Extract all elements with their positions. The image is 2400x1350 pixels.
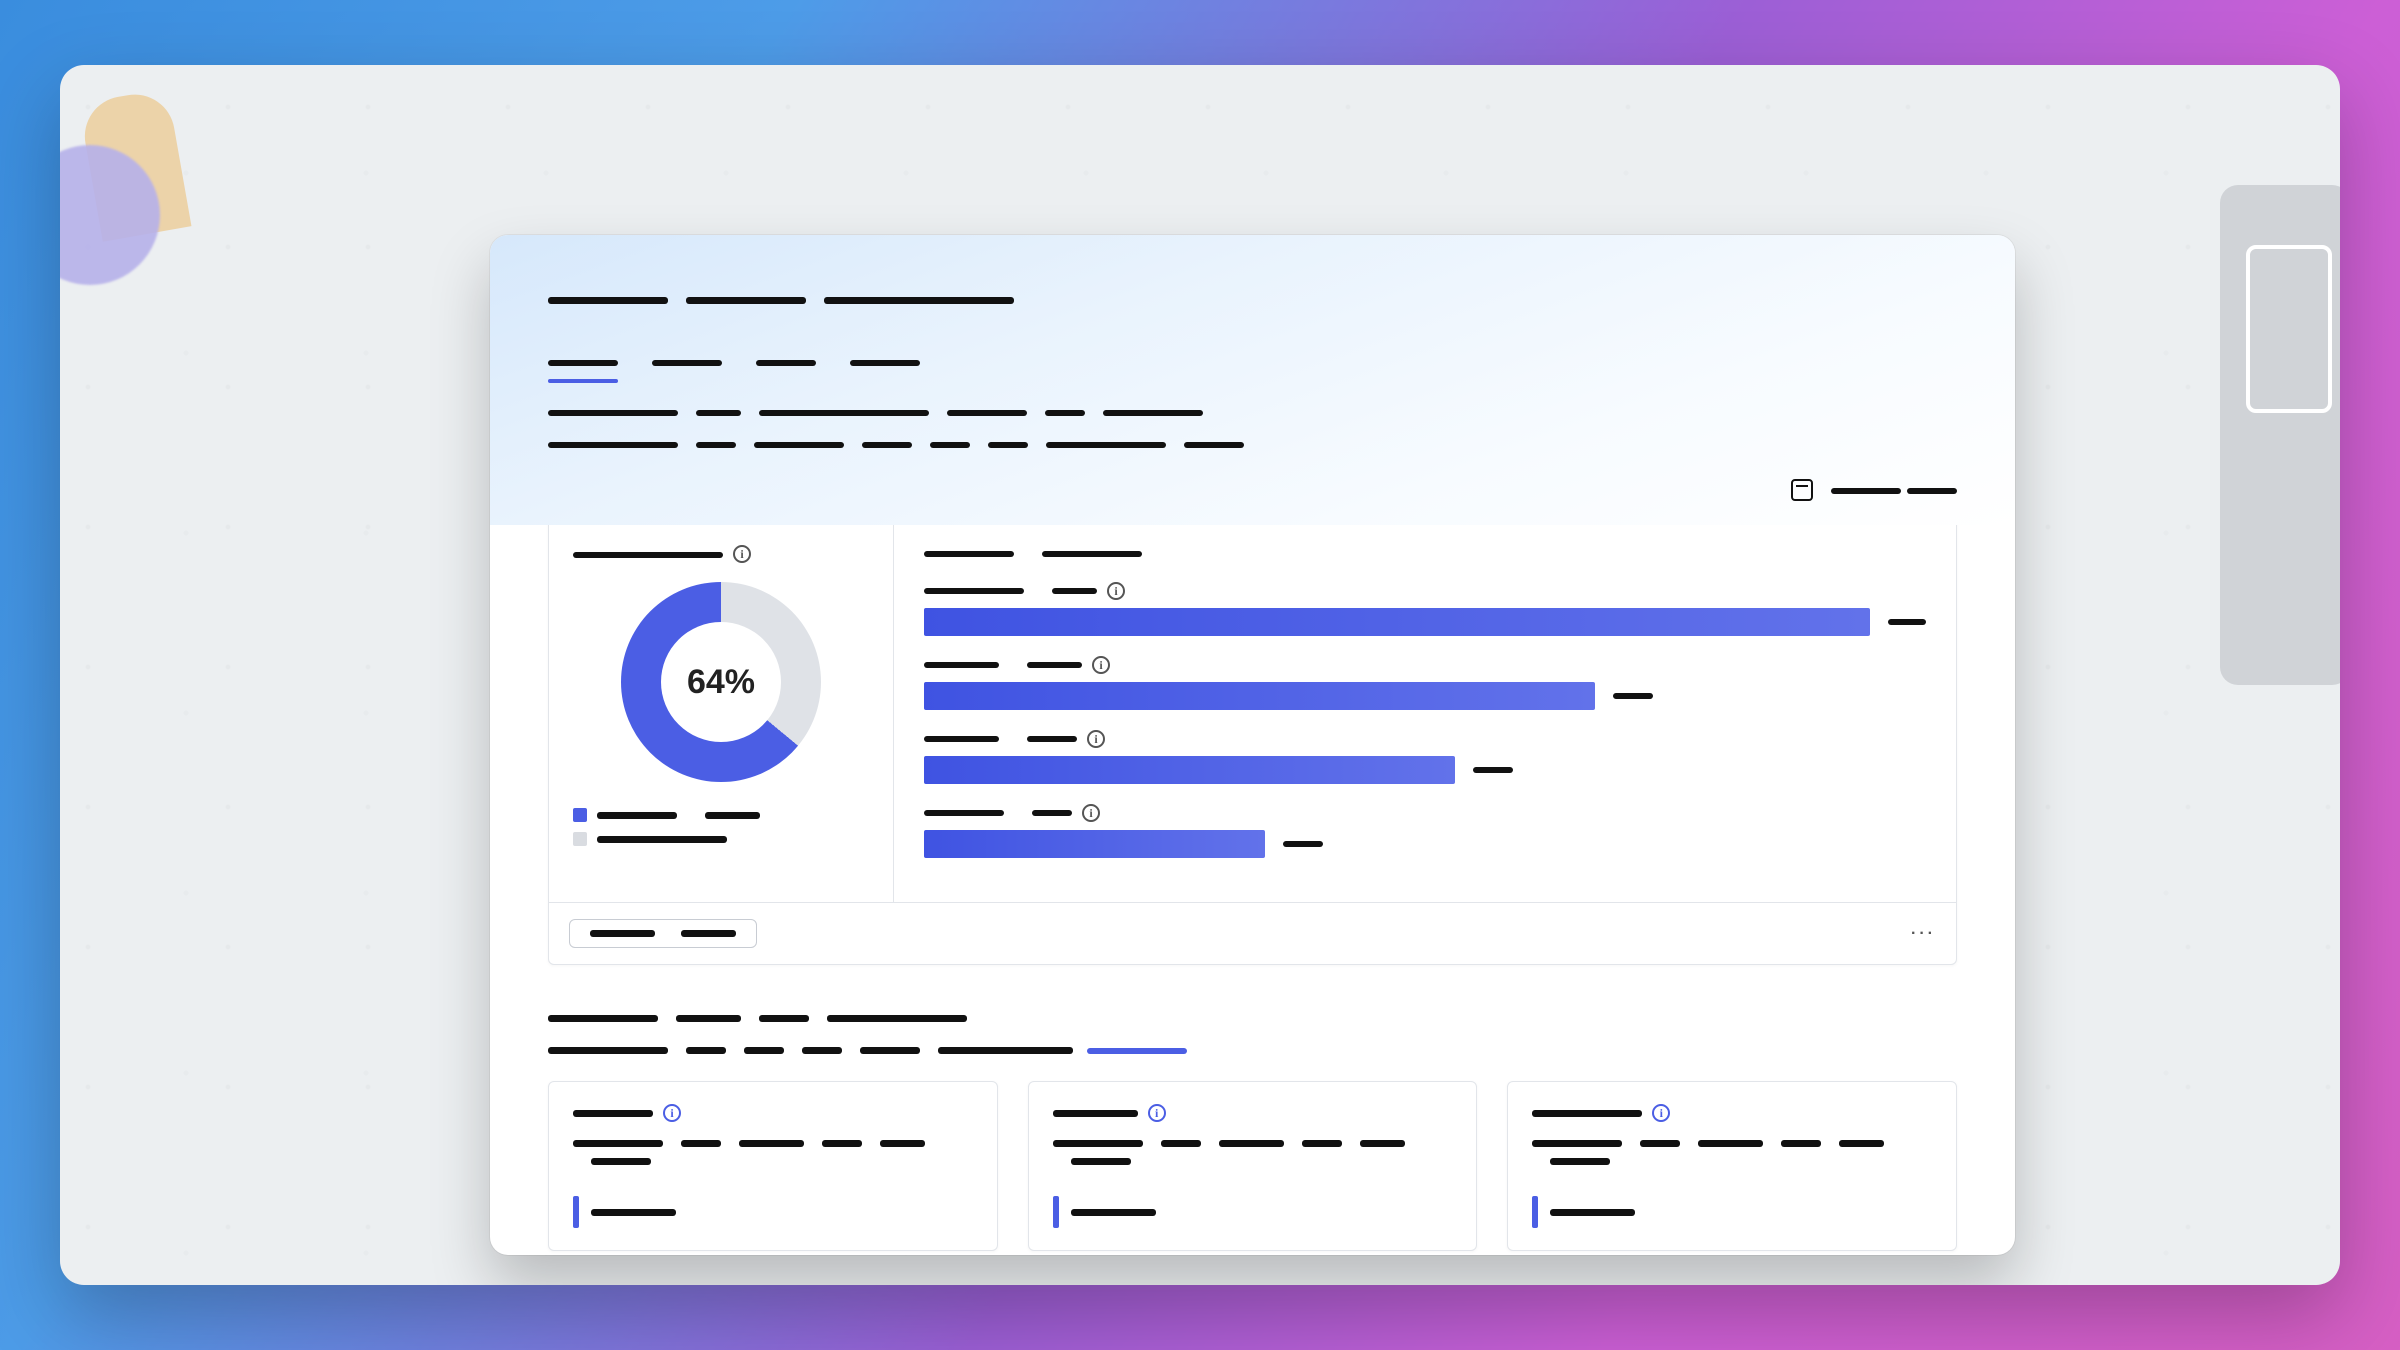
- donut-card-title: [573, 544, 869, 564]
- app-window: 64%: [490, 235, 2015, 1255]
- stat-card-value: [1053, 1196, 1453, 1228]
- bar-row-3: [924, 804, 1926, 858]
- tab-3[interactable]: [850, 353, 920, 383]
- stat-card-2[interactable]: [1507, 1081, 1957, 1251]
- tab-2[interactable]: [756, 353, 816, 383]
- legend-swatch: [573, 832, 587, 846]
- bar-value: [1283, 841, 1323, 847]
- stat-card-title: [573, 1104, 973, 1122]
- stat-card-value: [1532, 1196, 1932, 1228]
- donut-card: 64%: [549, 518, 894, 902]
- info-icon[interactable]: [1652, 1104, 1670, 1122]
- stat-card-subtitle: [1053, 1134, 1453, 1170]
- info-icon[interactable]: [1087, 730, 1105, 748]
- tab-1[interactable]: [652, 353, 722, 383]
- stat-card-subtitle: [1532, 1134, 1932, 1170]
- info-icon[interactable]: [1148, 1104, 1166, 1122]
- bar-row-0: [924, 582, 1926, 636]
- info-icon[interactable]: [733, 545, 751, 563]
- donut-chart: 64%: [621, 582, 821, 782]
- more-menu-icon[interactable]: ···: [1911, 925, 1936, 943]
- stat-card-title: [1532, 1104, 1932, 1122]
- stat-card-0[interactable]: [548, 1081, 998, 1251]
- donut-center-label: 64%: [687, 663, 755, 702]
- main-content: 64%: [490, 517, 2015, 1255]
- bar-row-1: [924, 656, 1926, 710]
- legend-swatch: [573, 808, 587, 822]
- tab-0[interactable]: [548, 353, 618, 383]
- stat-accent-bar: [1532, 1196, 1538, 1228]
- bar-value: [1473, 767, 1513, 773]
- section-title: [548, 403, 1957, 453]
- decor-card-stack: [2220, 185, 2340, 685]
- tab-bar: [548, 353, 1957, 383]
- stat-card-1[interactable]: [1028, 1081, 1478, 1251]
- donut-legend: [573, 808, 869, 846]
- legend-item-1: [573, 832, 869, 846]
- calendar-icon: [1791, 479, 1813, 501]
- stat-card-subtitle: [573, 1134, 973, 1170]
- info-icon[interactable]: [1082, 804, 1100, 822]
- stat-card-title: [1053, 1104, 1453, 1122]
- stat-accent-bar: [1053, 1196, 1059, 1228]
- bar-value: [1888, 619, 1926, 625]
- bars-card: [894, 518, 1956, 902]
- bars-card-title: [924, 544, 1926, 564]
- metrics-panel: 64%: [548, 517, 1957, 965]
- info-icon[interactable]: [1092, 656, 1110, 674]
- legend-item-0: [573, 808, 869, 822]
- bar-row-2: [924, 730, 1926, 784]
- panel-footer: ···: [549, 902, 1956, 964]
- bar-fill: [924, 756, 1455, 784]
- inline-link[interactable]: [1087, 1048, 1187, 1054]
- date-range-picker[interactable]: [1791, 479, 1957, 501]
- bar-fill: [924, 682, 1595, 710]
- info-icon[interactable]: [663, 1104, 681, 1122]
- bar-value: [1613, 693, 1653, 699]
- info-icon[interactable]: [1107, 582, 1125, 600]
- bar-fill: [924, 608, 1870, 636]
- stat-cards-row: [548, 1081, 1957, 1251]
- desktop-surface: 64%: [60, 65, 2340, 1285]
- app-header: [490, 235, 2015, 525]
- section-two-header: [548, 1009, 1957, 1059]
- bar-fill: [924, 830, 1265, 858]
- stat-card-value: [573, 1196, 973, 1228]
- stat-accent-bar: [573, 1196, 579, 1228]
- panel-action-button[interactable]: [569, 919, 757, 948]
- breadcrumb[interactable]: [548, 291, 1957, 309]
